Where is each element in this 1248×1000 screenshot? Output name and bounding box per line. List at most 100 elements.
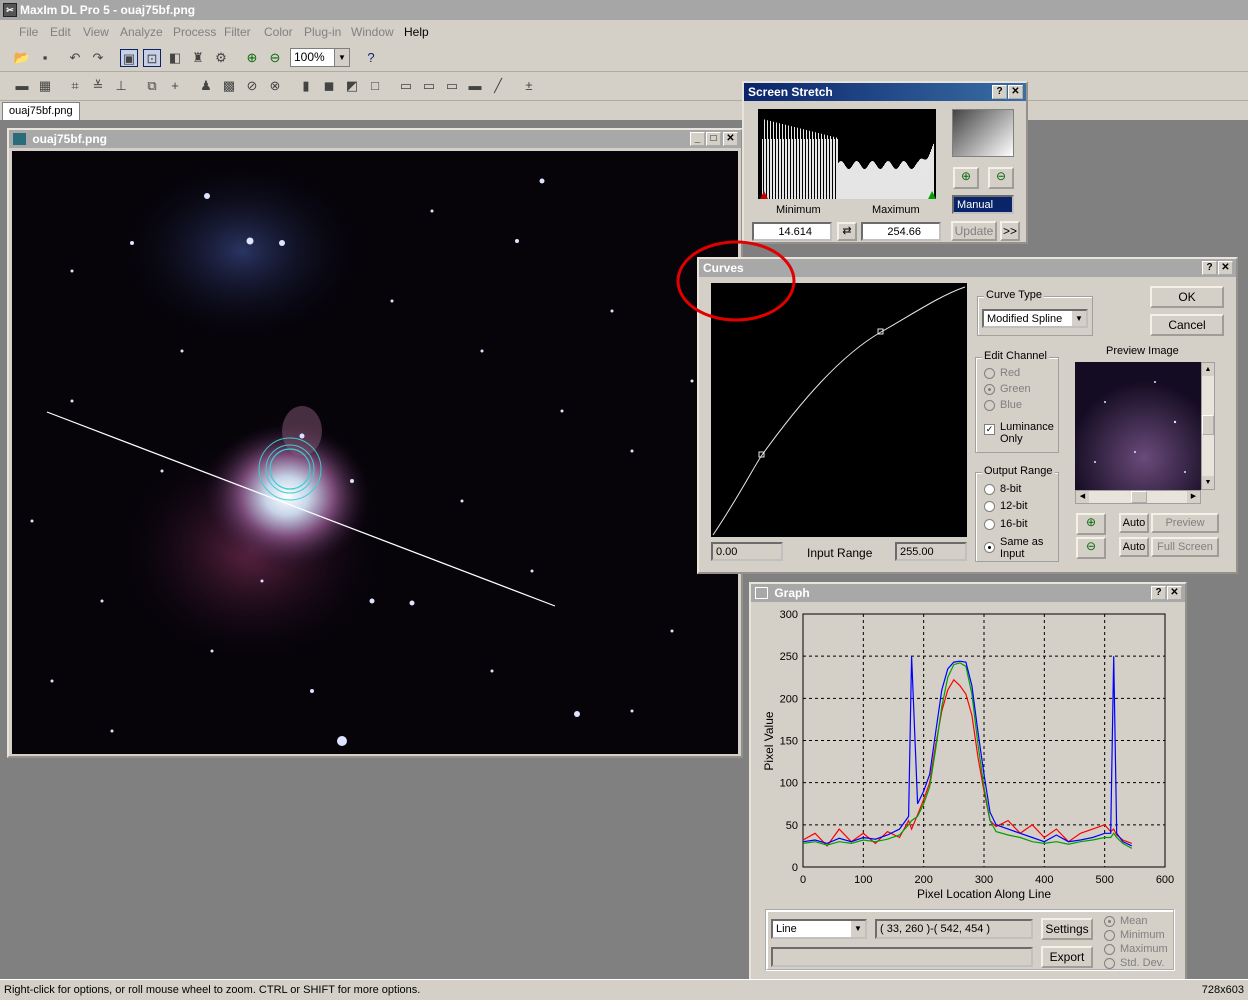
x-axis-ticks: 0 100 200 300 400 500 600 <box>800 874 1174 886</box>
export-button[interactable]: Export <box>1041 946 1093 968</box>
cancel-button[interactable]: Cancel <box>1150 314 1224 336</box>
scroll-down-icon[interactable]: ▼ <box>1202 476 1214 489</box>
grid-icon[interactable]: ▦ <box>36 77 54 95</box>
input-max-field[interactable]: 255.00 <box>895 542 967 561</box>
filter-b-icon[interactable]: ⊗ <box>266 77 284 95</box>
maximum-label: Maximum <box>872 204 920 216</box>
input-min-field[interactable]: 0.00 <box>711 542 783 561</box>
align-icon[interactable]: ≚ <box>89 77 107 95</box>
panel-b-icon[interactable]: ▭ <box>420 77 438 95</box>
scroll-right-icon[interactable]: ▶ <box>1187 491 1200 503</box>
filter-a-icon[interactable]: ⊘ <box>243 77 261 95</box>
image-window-titlebar[interactable]: ouaj75bf.png <box>9 130 741 148</box>
copy-icon[interactable]: ⧉ <box>143 77 161 95</box>
scroll-left-icon[interactable]: ◀ <box>1076 491 1089 503</box>
nebula-image[interactable] <box>12 151 738 754</box>
screen-stretch-titlebar[interactable]: Screen Stretch <box>744 83 1026 101</box>
maximize-button[interactable]: □ <box>706 132 721 146</box>
scroll-thumb[interactable] <box>1131 491 1147 503</box>
menu-filter[interactable]: Filter <box>224 25 251 39</box>
zoom-out-icon[interactable]: ⊖ <box>266 49 284 67</box>
panel-c-icon[interactable]: ▭ <box>443 77 461 95</box>
stretch-histogram[interactable] <box>758 109 936 199</box>
scroll-thumb[interactable] <box>1202 415 1214 435</box>
close-button[interactable]: ✕ <box>1008 85 1023 99</box>
help-button[interactable]: ? <box>1202 261 1217 275</box>
measure-icon[interactable]: ⌗ <box>66 77 84 95</box>
close-button[interactable]: ✕ <box>1167 586 1182 600</box>
stack-icon[interactable]: ◼ <box>320 77 338 95</box>
frame-icon[interactable]: □ <box>366 77 384 95</box>
chevron-down-icon[interactable]: ▼ <box>1072 311 1086 326</box>
zoom-in-icon[interactable]: ⊕ <box>1076 513 1106 535</box>
line-tool-icon[interactable]: ╱ <box>489 77 507 95</box>
maximum-input[interactable]: 254.66 <box>861 222 941 241</box>
slit-icon[interactable]: ▬ <box>466 77 484 95</box>
context-help-icon[interactable]: ? <box>362 49 380 67</box>
close-button[interactable]: ✕ <box>1218 261 1233 275</box>
app-title: MaxIm DL Pro 5 - ouaj75bf.png <box>20 3 196 17</box>
zoom-out-icon[interactable]: ⊖ <box>1076 537 1106 559</box>
histogram-icon[interactable]: ▬ <box>13 77 31 95</box>
preview-vscroll[interactable]: ▲ ▼ <box>1201 362 1215 490</box>
zoom-in-icon[interactable]: ⊕ <box>953 167 979 189</box>
graph-titlebar[interactable]: Graph <box>751 584 1185 602</box>
chevron-down-icon[interactable]: ▼ <box>334 49 349 66</box>
layers-icon[interactable]: ◩ <box>343 77 361 95</box>
scroll-up-icon[interactable]: ▲ <box>1202 363 1214 376</box>
close-button[interactable]: ✕ <box>723 132 738 146</box>
menu-file[interactable]: File <box>19 25 38 39</box>
flip-icon[interactable]: ◧ <box>166 49 184 67</box>
panel-a-icon[interactable]: ▭ <box>397 77 415 95</box>
line-coords-field[interactable]: ( 33, 260 )-( 542, 454 ) <box>875 919 1033 939</box>
menu-plugin[interactable]: Plug-in <box>304 25 341 39</box>
menu-view[interactable]: View <box>83 25 109 39</box>
curve-type-select[interactable]: Modified Spline ▼ <box>982 309 1088 328</box>
full-screen-button[interactable]: Full Screen <box>1151 537 1219 557</box>
menu-help[interactable]: Help <box>404 25 429 39</box>
tab-image[interactable]: ouaj75bf.png <box>2 102 80 120</box>
more-button[interactable]: >> <box>1000 221 1020 241</box>
menu-process[interactable]: Process <box>173 25 216 39</box>
pattern-icon[interactable]: ▩ <box>220 77 238 95</box>
save-icon[interactable]: ▪ <box>36 49 54 67</box>
swap-icon[interactable]: ⇄ <box>837 222 857 241</box>
preview-image[interactable] <box>1075 362 1201 490</box>
menu-edit[interactable]: Edit <box>50 25 71 39</box>
undo-icon[interactable]: ↶ <box>66 49 84 67</box>
preview-hscroll[interactable]: ◀ ▶ <box>1075 490 1201 504</box>
settings-button[interactable]: Settings <box>1041 918 1093 940</box>
levels-icon[interactable]: ⊥ <box>112 77 130 95</box>
auto-button[interactable]: Auto <box>1119 537 1149 557</box>
select-icon[interactable]: ⊡ <box>143 49 161 67</box>
bookmark-icon[interactable]: ♜ <box>189 49 207 67</box>
stretch-mode-select[interactable]: Manual <box>952 195 1014 214</box>
menu-window[interactable]: Window <box>351 25 394 39</box>
plus-minus-icon[interactable]: ± <box>520 77 538 95</box>
settings-icon[interactable]: ⚙ <box>212 49 230 67</box>
chevron-down-icon[interactable]: ▼ <box>851 921 865 937</box>
zoom-out-icon[interactable]: ⊖ <box>988 167 1014 189</box>
luminance-checkbox[interactable]: ✓ <box>984 424 995 435</box>
open-icon[interactable]: 📂 <box>13 49 31 67</box>
ok-button[interactable]: OK <box>1150 286 1224 308</box>
dropper-icon[interactable]: ♟ <box>197 77 215 95</box>
status-hint: Right-click for options, or roll mouse w… <box>4 984 421 996</box>
preview-button[interactable]: Preview <box>1151 513 1219 533</box>
crosshair-icon[interactable]: + <box>166 77 184 95</box>
redo-icon[interactable]: ↷ <box>89 49 107 67</box>
zoom-select[interactable]: 100% ▼ <box>290 48 350 67</box>
minimize-button[interactable]: _ <box>690 132 705 146</box>
bars-icon[interactable]: ▮ <box>297 77 315 95</box>
image-view-icon[interactable]: ▣ <box>120 49 138 67</box>
curve-type-group: Curve Type Modified Spline ▼ <box>977 289 1093 336</box>
pixel-profile-chart[interactable]: 0 100 200 300 400 500 600 0 50 100 150 200 250 300 P… <box>753 604 1183 904</box>
auto-button[interactable]: Auto <box>1119 513 1149 533</box>
help-button[interactable]: ? <box>992 85 1007 99</box>
menu-analyze[interactable]: Analyze <box>120 25 163 39</box>
zoom-in-icon[interactable]: ⊕ <box>243 49 261 67</box>
help-button[interactable]: ? <box>1151 586 1166 600</box>
update-button[interactable]: Update <box>951 221 997 241</box>
graph-mode-select[interactable]: Line ▼ <box>771 919 867 939</box>
menu-color[interactable]: Color <box>264 25 293 39</box>
